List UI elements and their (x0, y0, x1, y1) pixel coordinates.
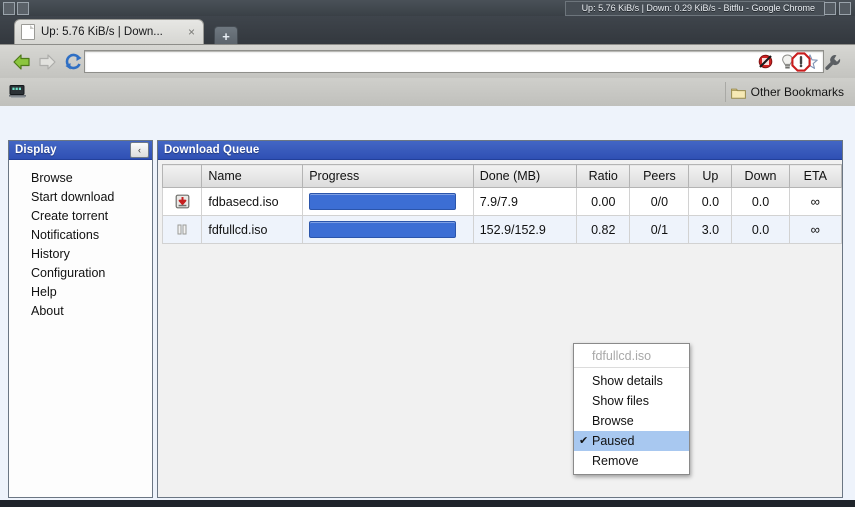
row-done: 152.9/152.9 (472, 215, 578, 244)
row-progress-cell (302, 187, 474, 216)
table-row[interactable]: fdbasecd.iso 7.9/7.9 0.00 0/0 0.0 0.0 ∞ (161, 187, 843, 216)
sidebar-item-history[interactable]: History (9, 244, 152, 263)
sidebar-item-configuration[interactable]: Configuration (9, 263, 152, 282)
row-peers: 0/1 (629, 215, 690, 244)
reload-icon (65, 53, 81, 70)
column-name[interactable]: Name (201, 164, 304, 188)
tab-strip: Up: 5.76 KiB/s | Down... × + (0, 16, 855, 46)
progress-bar (309, 193, 457, 210)
download-queue-body: Name Progress Done (MB) Ratio Peers Up D… (158, 164, 843, 500)
display-panel-title: Display (15, 144, 57, 156)
context-menu-title: fdfullcd.iso (574, 346, 689, 368)
download-queue-title: Download Queue (164, 144, 260, 156)
context-menu-item-remove[interactable]: Remove (574, 451, 689, 471)
row-status-cell (161, 187, 203, 216)
row-up: 0.0 (688, 187, 733, 216)
window-titlebar: Up: 5.76 KiB/s | Down: 0.29 KiB/s - Bitf… (0, 0, 855, 17)
download-queue-table: Name Progress Done (MB) Ratio Peers Up D… (161, 164, 843, 244)
window-title: Up: 5.76 KiB/s | Down: 0.29 KiB/s - Bitf… (581, 3, 815, 13)
sidebar-item-notifications[interactable]: Notifications (9, 225, 152, 244)
sidebar-item-about[interactable]: About (9, 301, 152, 320)
column-down[interactable]: Down (731, 164, 790, 188)
row-up: 3.0 (688, 215, 733, 244)
column-ratio[interactable]: Ratio (576, 164, 631, 188)
display-panel: Display ‹ Browse Start download Create t… (8, 140, 153, 498)
close-icon[interactable]: × (186, 26, 197, 38)
table-header-row: Name Progress Done (MB) Ratio Peers Up D… (161, 164, 843, 188)
browser-window: Up: 5.76 KiB/s | Down: 0.29 KiB/s - Bitf… (0, 0, 855, 507)
context-menu-item-show-details[interactable]: Show details (574, 371, 689, 391)
forward-button[interactable] (34, 49, 60, 75)
context-menu-item-show-files[interactable]: Show files (574, 391, 689, 411)
browser-tab[interactable]: Up: 5.76 KiB/s | Down... × (14, 19, 204, 44)
context-menu-item-paused-label: Paused (592, 434, 635, 448)
download-queue-header: Download Queue (158, 141, 842, 160)
new-tab-button[interactable]: + (214, 26, 238, 46)
collapse-sidebar-button[interactable]: ‹ (130, 142, 149, 158)
browser-toolbar (0, 44, 855, 80)
window-shade-icon (17, 2, 29, 15)
check-icon: ✔ (579, 435, 589, 447)
other-bookmarks-label: Other Bookmarks (750, 85, 844, 99)
back-button[interactable] (8, 49, 34, 75)
row-eta: ∞ (788, 187, 843, 216)
address-bar[interactable] (84, 50, 824, 73)
column-status[interactable] (161, 164, 203, 188)
context-menu-item-paused[interactable]: ✔ Paused (574, 431, 689, 451)
maximize-icon[interactable] (839, 2, 851, 15)
download-icon (167, 192, 197, 212)
sidebar-item-browse[interactable]: Browse (9, 168, 152, 187)
row-down: 0.0 (731, 187, 790, 216)
minimize-icon[interactable] (824, 2, 836, 15)
row-ratio: 0.00 (576, 187, 631, 216)
sidebar-item-start-download[interactable]: Start download (9, 187, 152, 206)
display-panel-header: Display ‹ (9, 141, 152, 160)
context-menu: fdfullcd.iso Show details Show files Bro… (573, 343, 690, 475)
back-arrow-icon (12, 53, 30, 70)
adblock-stop-icon (791, 52, 811, 72)
progress-bar (309, 221, 457, 238)
row-done: 7.9/7.9 (472, 187, 578, 216)
sidebar-item-help[interactable]: Help (9, 282, 152, 301)
folder-icon (730, 86, 746, 99)
column-done[interactable]: Done (MB) (472, 164, 578, 188)
column-up[interactable]: Up (688, 164, 733, 188)
chrome-menu-button[interactable] (823, 53, 843, 73)
sidebar-item-create-torrent[interactable]: Create torrent (9, 206, 152, 225)
column-eta[interactable]: ETA (788, 164, 843, 188)
table-row[interactable]: fdfullcd.iso 152.9/152.9 0.82 0/1 3.0 0.… (161, 215, 843, 244)
row-ratio: 0.82 (576, 215, 631, 244)
extension-button[interactable] (791, 52, 811, 72)
column-progress[interactable]: Progress (302, 164, 474, 188)
row-name: fdbasecd.iso (201, 187, 304, 216)
tab-title: Up: 5.76 KiB/s | Down... (41, 26, 163, 38)
pause-icon (167, 220, 197, 240)
apps-icon[interactable] (8, 84, 28, 100)
row-peers: 0/0 (629, 187, 690, 216)
page-content: Display ‹ Browse Start download Create t… (0, 106, 855, 500)
row-progress-cell (302, 215, 474, 244)
sidebar-menu: Browse Start download Create torrent Not… (9, 160, 152, 320)
reload-button[interactable] (60, 49, 86, 75)
wrench-icon (825, 55, 841, 70)
bookmarks-bar: Other Bookmarks (0, 78, 855, 107)
blocked-popup-icon[interactable] (757, 53, 774, 70)
window-controls[interactable] (824, 2, 851, 15)
row-eta: ∞ (788, 215, 843, 244)
column-peers[interactable]: Peers (629, 164, 690, 188)
row-name: fdfullcd.iso (201, 215, 304, 244)
system-menu-icon (3, 2, 15, 15)
page-icon (21, 24, 35, 40)
context-menu-item-browse[interactable]: Browse (574, 411, 689, 431)
other-bookmarks-button[interactable]: Other Bookmarks (724, 82, 849, 102)
download-queue-panel: Download Queue Name Progress Done (MB) R… (157, 140, 843, 498)
row-status-cell (161, 215, 203, 244)
window-system-menu[interactable] (3, 2, 29, 15)
forward-arrow-icon (38, 53, 56, 70)
row-down: 0.0 (731, 215, 790, 244)
